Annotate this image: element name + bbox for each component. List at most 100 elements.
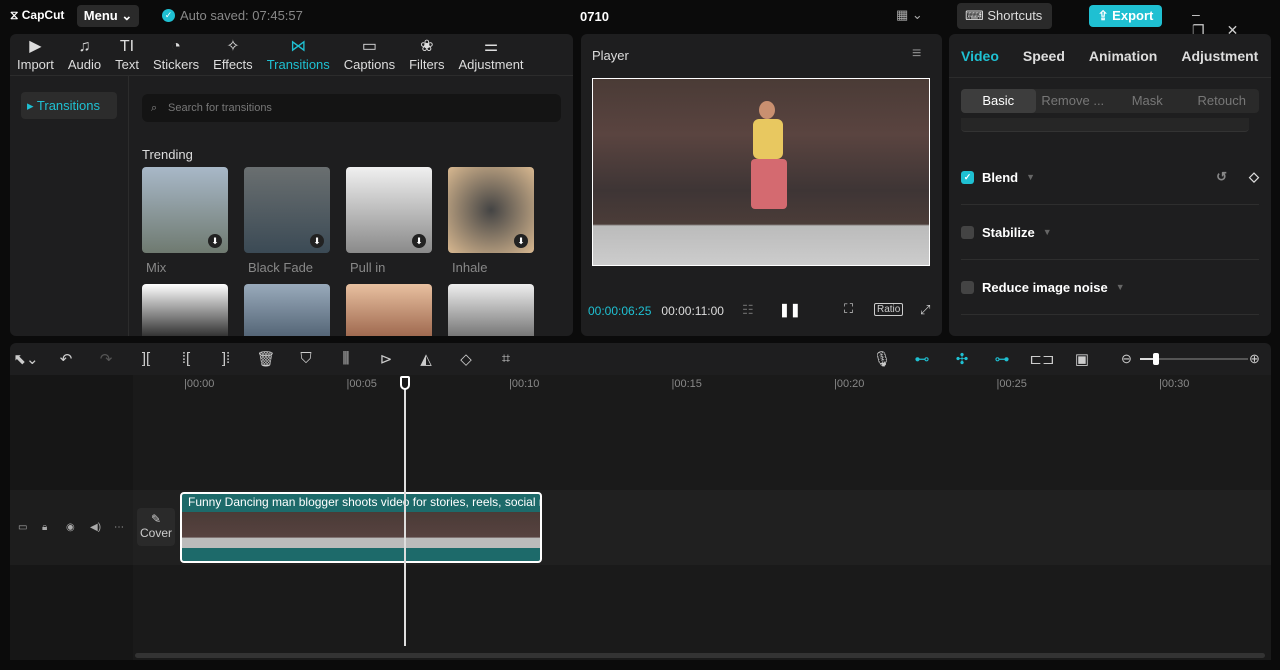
pause-button[interactable]: ❚❚ — [779, 302, 801, 318]
delete-icon[interactable]: 🗑 — [246, 350, 286, 368]
rotate-icon[interactable]: ◇ — [446, 350, 486, 368]
zoom-slider[interactable] — [1140, 353, 1248, 365]
tool-import[interactable]: ▶ Import — [10, 34, 61, 75]
more-icon[interactable]: ⋯ — [114, 522, 124, 533]
eye-icon[interactable]: ◉ — [66, 522, 75, 533]
transition-label: Black Fade — [248, 260, 314, 275]
redo-icon[interactable]: ↷ — [86, 350, 126, 368]
layout-icon[interactable]: ▦ ⌄ — [896, 7, 923, 23]
logo-text: CapCut — [21, 8, 65, 22]
export-button[interactable]: ⇪ Export — [1089, 5, 1162, 27]
reverse-icon[interactable]: ⊳ — [366, 350, 406, 368]
undo-icon[interactable]: ↶ — [46, 350, 86, 368]
option-stabilize[interactable]: Stabilize ▼ — [961, 205, 1259, 260]
option-reduce-noise[interactable]: Reduce image noise ▼ — [961, 260, 1259, 315]
marker-icon[interactable]: ⛉ — [286, 350, 326, 368]
transition-thumbnail[interactable]: ⬇ — [448, 167, 534, 253]
stabilize-checkbox[interactable] — [961, 225, 974, 239]
tool-captions[interactable]: ▭ Captions — [337, 34, 402, 75]
subtab-remove[interactable]: Remove ... — [1036, 89, 1111, 113]
video-clip[interactable]: Funny Dancing man blogger shoots video f… — [180, 492, 542, 563]
tool-text[interactable]: TI Text — [108, 34, 146, 75]
select-tool-icon[interactable]: ⬉⌄ — [6, 350, 46, 368]
tool-adjustment[interactable]: ⚌ Adjustment — [452, 34, 531, 75]
shortcuts-button[interactable]: ⌨ Shortcuts — [957, 3, 1052, 29]
playhead[interactable] — [400, 376, 410, 646]
download-icon[interactable]: ⬇ — [208, 234, 222, 248]
linkage-icon[interactable]: ⊶ — [982, 350, 1022, 368]
auto-snap-icon[interactable]: ✣ — [942, 350, 982, 368]
video-preview[interactable] — [592, 78, 930, 266]
menu-button[interactable]: Menu ⌄ — [77, 5, 139, 27]
minimize-icon[interactable]: – — [1192, 6, 1222, 22]
inspector-tabs: Video Speed Animation Adjustment — [961, 48, 1280, 64]
cover-button[interactable]: ✎ Cover — [137, 508, 175, 546]
mirror-icon[interactable]: ◭ — [406, 350, 446, 368]
download-icon[interactable]: ⬇ — [412, 234, 426, 248]
fullscreen-icon[interactable]: ⤢ — [920, 302, 930, 318]
tool-transitions[interactable]: ⋈ Transitions — [260, 34, 337, 75]
split-icon[interactable]: ][ — [126, 350, 166, 368]
player-menu-icon[interactable]: ≡ — [912, 45, 921, 63]
tool-label: Adjustment — [458, 57, 524, 72]
transitions-icon: ⋈ — [290, 38, 307, 55]
download-icon[interactable]: ⬇ — [310, 234, 324, 248]
subtab-mask[interactable]: Mask — [1110, 89, 1185, 113]
lock-icon[interactable]: 🔒︎ — [42, 522, 47, 533]
current-time: 00:00:06:25 — [588, 304, 652, 318]
tool-effects[interactable]: ✧ Effects — [206, 34, 260, 75]
transition-thumbnail[interactable] — [142, 284, 228, 336]
search-input[interactable]: ⌕ Search for transitions — [142, 94, 561, 122]
project-title[interactable]: 0710 — [580, 9, 609, 24]
tool-stickers[interactable]: ◔ Stickers — [146, 34, 206, 75]
sidebar-item-transitions[interactable]: ▸ Transitions — [21, 92, 117, 119]
title-bar: ⧖ CapCut Menu ⌄ ✓ Auto saved: 07:45:57 07… — [0, 0, 1280, 38]
split-right-icon[interactable]: ]⁞ — [206, 350, 246, 368]
subtab-basic[interactable]: Basic — [961, 89, 1036, 113]
transition-thumbnail[interactable]: ⬇ — [346, 167, 432, 253]
ratio-button[interactable]: Ratio — [874, 303, 904, 316]
fit-icon[interactable]: ⛶ — [844, 301, 853, 317]
transition-thumbnail[interactable]: ⬇ — [142, 167, 228, 253]
volume-icon[interactable]: ◀) — [90, 522, 101, 533]
tab-animation[interactable]: Animation — [1089, 48, 1157, 64]
freeze-icon[interactable]: ⫼ — [326, 350, 366, 368]
reset-icon[interactable]: ↺ — [1216, 169, 1227, 185]
shortcuts-label: Shortcuts — [987, 8, 1043, 23]
transition-label: Inhale — [452, 260, 488, 275]
tool-filters[interactable]: ❀ Filters — [402, 34, 451, 75]
split-left-icon[interactable]: ⁞[ — [166, 350, 206, 368]
noise-checkbox[interactable] — [961, 280, 974, 294]
preview-axis-icon[interactable]: ▣ — [1062, 350, 1102, 368]
transition-thumbnail[interactable] — [346, 284, 432, 336]
keyframe-icon[interactable]: ◇ — [1249, 169, 1259, 185]
timeline-grid-icon[interactable]: ☷ — [742, 302, 754, 318]
tool-label: Transitions — [266, 57, 330, 72]
time-ruler[interactable]: |00:00 |00:05 |00:10 |00:15 |00:20 |00:25 |00:… — [0, 375, 1280, 395]
playhead-handle[interactable] — [400, 376, 410, 390]
blend-checkbox[interactable]: ✓ — [961, 170, 974, 184]
scrolled-content — [961, 118, 1249, 132]
main-track-magnet-icon[interactable]: ⊷ — [902, 350, 942, 368]
tab-speed[interactable]: Speed — [1023, 48, 1065, 64]
split-preview-icon[interactable]: ⊏⊐ — [1022, 350, 1062, 368]
tab-adjustment[interactable]: Adjustment — [1181, 48, 1258, 64]
divider — [949, 77, 1271, 78]
download-icon[interactable]: ⬇ — [514, 234, 528, 248]
zoom-out-icon[interactable]: ⊖ — [1121, 351, 1132, 367]
transition-thumbnail[interactable] — [448, 284, 534, 336]
option-blend[interactable]: ✓ Blend ▼ ↺ ◇ — [961, 150, 1259, 205]
microphone-icon[interactable]: 🎙 — [862, 350, 902, 368]
transition-thumbnail[interactable]: ⬇ — [244, 167, 330, 253]
subtab-retouch[interactable]: Retouch — [1185, 89, 1260, 113]
timeline-options: 🎙 ⊷ ✣ ⊶ ⊏⊐ ▣ — [862, 350, 1102, 368]
autosave-status: ✓ Auto saved: 07:45:57 — [162, 8, 303, 23]
transition-thumbnail[interactable] — [244, 284, 330, 336]
crop-icon[interactable]: ⌗ — [486, 350, 526, 368]
horizontal-scrollbar[interactable] — [135, 653, 1265, 658]
tool-audio[interactable]: ♫ Audio — [61, 34, 108, 75]
zoom-slider-handle[interactable] — [1153, 353, 1160, 365]
zoom-in-icon[interactable]: ⊕ — [1249, 351, 1260, 367]
tab-video[interactable]: Video — [961, 48, 999, 64]
tool-label: Captions — [343, 57, 396, 72]
